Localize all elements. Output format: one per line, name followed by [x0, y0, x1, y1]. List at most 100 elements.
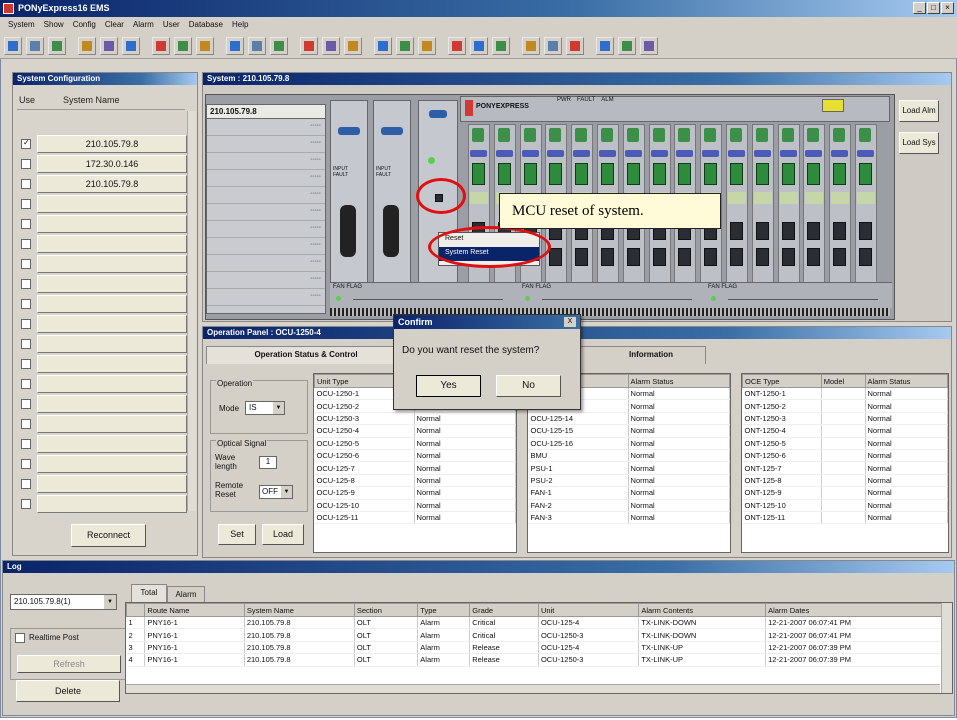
connect-tool-button[interactable]	[4, 37, 22, 55]
view-tool-button[interactable]	[270, 37, 288, 55]
ocu-optical-port[interactable]	[833, 163, 847, 185]
ocu-port[interactable]	[859, 248, 872, 266]
system-button[interactable]	[37, 475, 187, 493]
panel-tool-button[interactable]	[226, 37, 244, 55]
use-checkbox[interactable]	[21, 499, 31, 509]
window-tool-button[interactable]	[48, 37, 66, 55]
ocu-port[interactable]	[730, 222, 743, 240]
ocu-port[interactable]	[859, 222, 872, 240]
system-row[interactable]	[21, 395, 187, 414]
table-row[interactable]: OCU-125-14 Normal	[528, 412, 730, 426]
use-checkbox[interactable]	[21, 219, 31, 229]
ocu-optical-port[interactable]	[549, 163, 563, 185]
chevron-down-icon[interactable]: ▼	[273, 402, 284, 414]
system-button[interactable]	[37, 455, 187, 473]
link-tool-button[interactable]	[492, 37, 510, 55]
use-checkbox[interactable]	[21, 239, 31, 249]
ocu-port[interactable]	[807, 222, 821, 240]
system-button[interactable]	[37, 435, 187, 453]
graph-tool-button[interactable]	[522, 37, 540, 55]
ocu-optical-port[interactable]	[472, 163, 485, 185]
mode-select[interactable]: IS ▼	[245, 401, 285, 415]
menu-clear[interactable]: Clear	[105, 20, 124, 33]
use-checkbox[interactable]	[21, 199, 31, 209]
ocu-port[interactable]	[601, 248, 614, 266]
use-checkbox[interactable]	[21, 319, 31, 329]
table-row[interactable]: ONT-125-7 Normal	[742, 461, 948, 475]
menu-config[interactable]: Config	[73, 20, 96, 33]
use-checkbox[interactable]	[21, 339, 31, 349]
system-row[interactable]	[21, 295, 187, 314]
no-button[interactable]: No	[496, 375, 561, 397]
ocu-optical-port[interactable]	[497, 163, 511, 185]
use-checkbox[interactable]: ✓	[21, 138, 31, 149]
ocu-port[interactable]	[730, 248, 743, 266]
delete-button[interactable]: Delete	[16, 680, 120, 702]
use-checkbox[interactable]	[21, 399, 31, 409]
table-row[interactable]: FAN-1 Normal	[528, 486, 730, 500]
table-row[interactable]: 2 PNY16-1 210.105.79.8 OLT Alarm Critical OCU-…	[126, 628, 952, 642]
chevron-down-icon[interactable]: ▼	[281, 486, 292, 498]
use-checkbox[interactable]	[21, 479, 31, 489]
menu-user[interactable]: User	[163, 20, 180, 33]
set-button[interactable]: Set	[218, 524, 256, 545]
system-button[interactable]	[37, 335, 187, 353]
system-row[interactable]: 172.30.0.146	[21, 155, 187, 174]
system-row[interactable]	[21, 195, 187, 214]
system-button[interactable]	[37, 375, 187, 393]
filter-tool-button[interactable]	[300, 37, 318, 55]
table-row[interactable]: FAN-2 Normal	[528, 499, 730, 512]
table-row[interactable]: OCU-125-11 Normal	[314, 511, 516, 525]
ocu-optical-port[interactable]	[523, 163, 537, 185]
wave-length-field[interactable]: 1	[259, 456, 277, 469]
table-row[interactable]: OCU-125-15 Normal	[528, 424, 730, 438]
log-hscrollbar[interactable]	[126, 684, 940, 693]
help-tool-button[interactable]	[566, 37, 584, 55]
table-row[interactable]: 4 PNY16-1 210.105.79.8 OLT Alarm Release OCU-1…	[126, 653, 952, 667]
table-row[interactable]: FAN-3 Normal	[528, 511, 730, 525]
ocu-port[interactable]	[781, 248, 795, 266]
table-row[interactable]: OCU-125-9 Normal	[314, 486, 516, 500]
system-row[interactable]	[21, 495, 187, 514]
maximize-button[interactable]: □	[927, 2, 940, 14]
table-row[interactable]: OCU-1250-5 Normal	[314, 437, 516, 450]
table-row[interactable]: OCU-1250-4 Normal	[314, 424, 516, 438]
log-scrollbar[interactable]	[941, 603, 952, 693]
system-row[interactable]	[21, 235, 187, 254]
system-button[interactable]	[37, 195, 187, 213]
system-row[interactable]	[21, 415, 187, 434]
menu-show[interactable]: Show	[44, 20, 64, 33]
table-row[interactable]: OCU-1250-6 Normal	[314, 449, 516, 463]
ocu-optical-port[interactable]	[755, 163, 769, 185]
table-row[interactable]: OCU-1250-3 Normal	[314, 412, 516, 426]
use-checkbox[interactable]	[21, 299, 31, 309]
tab-alarm[interactable]: Alarm	[167, 586, 205, 602]
table-row[interactable]: ONT-1250-6 Normal	[742, 449, 948, 463]
use-checkbox[interactable]	[21, 379, 31, 389]
table-tool-button[interactable]	[344, 37, 362, 55]
table-row[interactable]: ONT-1250-3 Normal	[742, 412, 948, 426]
load-button[interactable]: Load	[262, 524, 304, 545]
system-button[interactable]	[37, 275, 187, 293]
ocu-optical-port[interactable]	[781, 163, 795, 185]
use-checkbox[interactable]	[21, 419, 31, 429]
system-button[interactable]	[37, 255, 187, 273]
system-button[interactable]: 210.105.79.8	[37, 175, 187, 193]
tool-tool-button[interactable]	[618, 37, 636, 55]
menu-database[interactable]: Database	[189, 20, 223, 33]
tab-operation-status[interactable]: Operation Status & Control	[206, 346, 406, 364]
use-checkbox[interactable]	[21, 439, 31, 449]
system-row[interactable]	[21, 315, 187, 334]
config-tool-button[interactable]	[100, 37, 118, 55]
table-row[interactable]: ONT-125-8 Normal	[742, 474, 948, 488]
save-tool-button[interactable]	[248, 37, 266, 55]
menu-alarm[interactable]: Alarm	[133, 20, 154, 33]
dialog-close-icon[interactable]: X	[564, 317, 576, 327]
alarm-tool-button[interactable]	[152, 37, 170, 55]
ocu-optical-port[interactable]	[704, 163, 718, 185]
ocu-port[interactable]	[704, 248, 718, 266]
load-alarm-button[interactable]: Load Alm	[899, 100, 939, 122]
system-row[interactable]	[21, 455, 187, 474]
ocu-optical-port[interactable]	[652, 163, 666, 185]
system-row[interactable]	[21, 275, 187, 294]
